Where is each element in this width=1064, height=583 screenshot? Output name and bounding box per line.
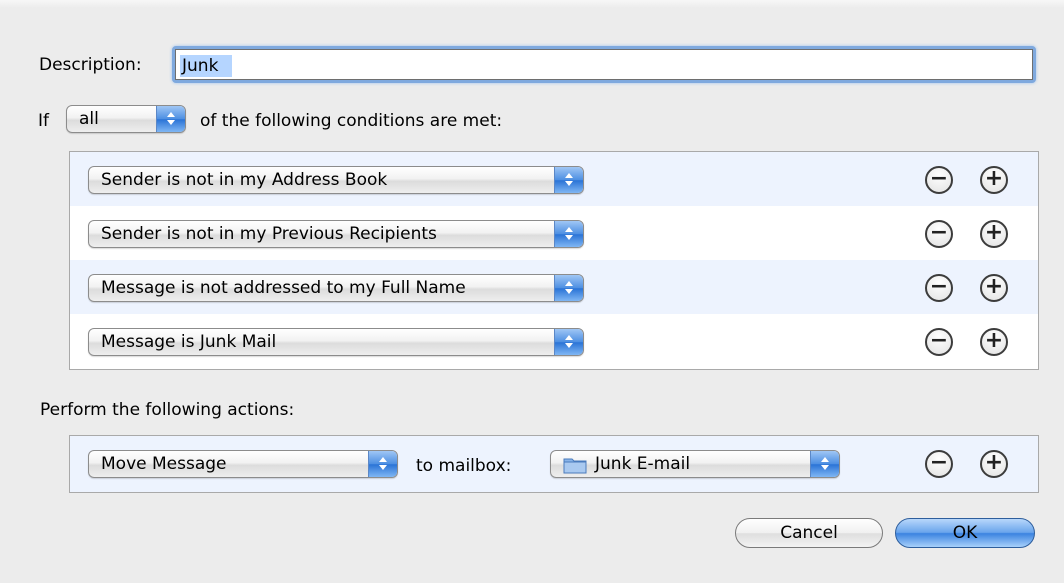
condition-row: Message is not addressed to my Full Name… [70,260,1038,314]
condition-label: Message is Junk Mail [101,332,277,352]
remove-condition-button[interactable]: − [925,274,953,302]
condition-popup-4[interactable]: Message is Junk Mail [88,328,584,356]
plus-icon: + [984,166,1004,191]
ok-button[interactable]: OK [895,518,1035,548]
add-condition-button[interactable]: + [980,220,1008,248]
plus-icon: + [984,274,1004,299]
to-mailbox-label: to mailbox: [416,456,512,476]
condition-label: Sender is not in my Previous Recipients [101,224,437,244]
folder-icon [563,458,587,474]
quantifier-value: all [79,109,99,129]
mailbox-popup[interactable]: Junk E-mail [550,450,840,478]
add-action-button[interactable]: + [980,450,1008,478]
conditions-label: of the following conditions are met: [200,111,503,131]
condition-popup-3[interactable]: Message is not addressed to my Full Name [88,274,584,302]
popup-arrows-icon [156,106,185,132]
popup-arrows-icon [554,167,583,193]
remove-condition-button[interactable]: − [925,166,953,194]
description-text: Junk [182,56,219,76]
condition-label: Sender is not in my Address Book [101,170,388,190]
action-label: Move Message [101,454,227,474]
popup-arrows-icon [368,451,397,477]
add-condition-button[interactable]: + [980,166,1008,194]
condition-row: Message is Junk Mail − + [70,314,1038,368]
condition-popup-1[interactable]: Sender is not in my Address Book [88,166,584,194]
action-popup[interactable]: Move Message [88,450,398,478]
popup-arrows-icon [554,275,583,301]
minus-icon: − [929,328,949,353]
add-condition-button[interactable]: + [980,274,1008,302]
description-field[interactable]: Junk [172,46,1036,83]
description-input[interactable] [175,49,1033,80]
if-label: If [38,111,49,131]
minus-icon: − [929,166,949,191]
condition-popup-2[interactable]: Sender is not in my Previous Recipients [88,220,584,248]
conditions-panel: Sender is not in my Address Book − + Sen… [69,151,1039,370]
remove-action-button[interactable]: − [925,450,953,478]
condition-row: Sender is not in my Address Book − + [70,152,1038,206]
rule-editor-sheet: Description: Junk If all of the followin… [0,0,1064,583]
remove-condition-button[interactable]: − [925,328,953,356]
actions-label: Perform the following actions: [40,400,295,420]
mailbox-label: Junk E-mail [595,454,691,474]
description-label: Description: [39,55,142,75]
plus-icon: + [984,328,1004,353]
cancel-button[interactable]: Cancel [735,518,883,548]
quantifier-popup[interactable]: all [66,105,186,133]
remove-condition-button[interactable]: − [925,220,953,248]
popup-arrows-icon [554,329,583,355]
plus-icon: + [984,220,1004,245]
action-row: Move Message Junk E-mail − + [70,436,1038,492]
condition-label: Message is not addressed to my Full Name [101,278,466,298]
condition-row: Sender is not in my Previous Recipients … [70,206,1038,260]
minus-icon: − [929,220,949,245]
popup-arrows-icon [810,451,839,477]
plus-icon: + [984,450,1004,475]
popup-arrows-icon [554,221,583,247]
minus-icon: − [929,274,949,299]
sheet-top-edge [0,0,1064,8]
actions-panel: Move Message Junk E-mail − + [69,435,1039,493]
minus-icon: − [929,450,949,475]
add-condition-button[interactable]: + [980,328,1008,356]
